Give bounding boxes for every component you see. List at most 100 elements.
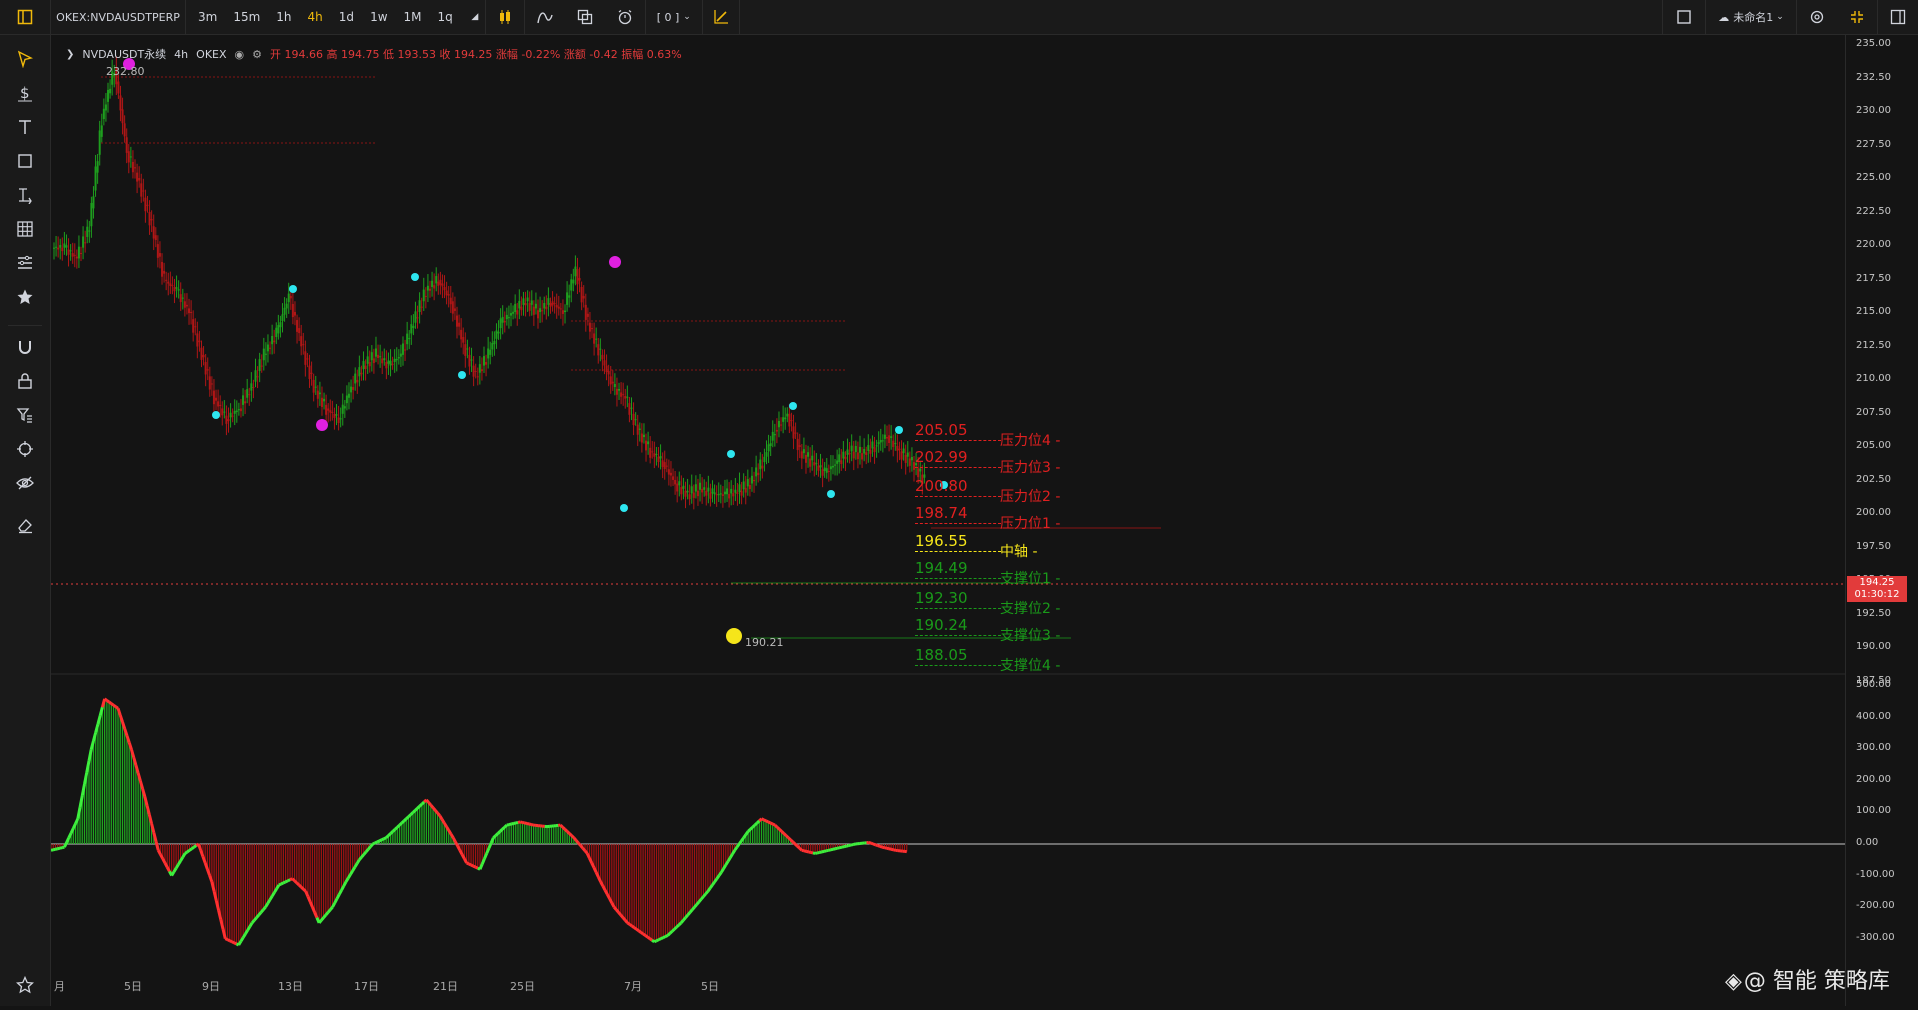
- candle-body: [456, 316, 458, 327]
- level-name: 支撑位3 -: [1000, 625, 1060, 645]
- watchlist-star-icon[interactable]: [13, 973, 37, 997]
- candle-body: [294, 312, 296, 316]
- lock-icon[interactable]: [13, 369, 37, 393]
- timeframe-1M[interactable]: 1M: [396, 10, 430, 24]
- eraser-icon[interactable]: [13, 513, 37, 537]
- indicator-tick: 200.00: [1856, 774, 1891, 785]
- hide-eye-icon[interactable]: [13, 471, 37, 495]
- collapse-icon[interactable]: [1837, 0, 1877, 34]
- rectangle-tool-icon[interactable]: [13, 149, 37, 173]
- grid-tool-icon[interactable]: [13, 217, 37, 241]
- timeframe-15m[interactable]: 15m: [225, 10, 268, 24]
- cursor-arrow-icon[interactable]: [13, 47, 37, 71]
- indicator-count-dropdown[interactable]: [ 0 ]⌄: [646, 0, 702, 34]
- candle-body: [811, 456, 813, 461]
- candle-body: [390, 361, 392, 366]
- settings-gear-icon[interactable]: [1797, 0, 1837, 34]
- macd-signal-segment: [791, 840, 793, 842]
- macd-signal-segment: [123, 722, 125, 729]
- candle-body: [849, 453, 851, 454]
- macd-signal-segment: [353, 867, 355, 871]
- crosshair-icon[interactable]: [13, 437, 37, 461]
- macd-signal-segment: [829, 850, 831, 851]
- lines-tool-icon[interactable]: [13, 251, 37, 275]
- timeframe-1d[interactable]: 1d: [331, 10, 362, 24]
- candle-body: [423, 290, 425, 302]
- candle-body: [734, 490, 736, 493]
- candle-body: [417, 317, 419, 318]
- candle-body: [535, 304, 537, 309]
- compare-icon[interactable]: [565, 0, 605, 34]
- price-tick: 217.50: [1856, 273, 1891, 284]
- candle-type-icon[interactable]: [486, 0, 524, 34]
- text-tool-icon[interactable]: [13, 115, 37, 139]
- macd-signal-segment: [299, 885, 301, 887]
- timeframe-1w[interactable]: 1w: [362, 10, 395, 24]
- indicator-fx-icon[interactable]: [525, 0, 565, 34]
- macd-signal-segment: [301, 887, 303, 889]
- timeframe-1h[interactable]: 1h: [268, 10, 299, 24]
- macd-signal-segment: [274, 889, 276, 893]
- sidebar-toggle-icon[interactable]: [0, 0, 50, 34]
- candle-body: [76, 257, 78, 259]
- candle-body: [242, 395, 244, 405]
- macd-signal-segment: [116, 707, 118, 709]
- macd-signal-segment: [529, 824, 531, 825]
- candle-body: [198, 341, 200, 343]
- macd-signal-segment: [619, 912, 621, 915]
- macd-signal-segment: [453, 838, 455, 842]
- settings-icon[interactable]: ⚙: [252, 48, 262, 61]
- macd-signal-segment: [413, 810, 415, 812]
- price-dollar-icon[interactable]: $: [13, 81, 37, 105]
- macd-signal-segment: [846, 846, 848, 847]
- macd-signal-segment: [838, 848, 840, 849]
- macd-signal-segment: [462, 855, 464, 859]
- price-axis[interactable]: 235.00232.50230.00227.50225.00222.50220.…: [1845, 35, 1918, 1006]
- candle-body: [205, 362, 207, 374]
- eye-icon[interactable]: ◉: [235, 48, 245, 61]
- candle-body: [99, 130, 101, 154]
- magnet-icon[interactable]: [13, 335, 37, 359]
- candle-body: [610, 376, 612, 384]
- candle-body: [757, 473, 759, 475]
- candle-body: [684, 491, 686, 497]
- low-price-label: 190.21: [745, 636, 784, 649]
- drawing-trend-icon[interactable]: [703, 0, 739, 34]
- indicator-count-label: [ 0 ]: [657, 11, 680, 24]
- macd-signal-segment: [482, 859, 484, 864]
- favorite-star-icon[interactable]: [13, 285, 37, 309]
- symbol-selector[interactable]: OKEX:NVDAUSDTPERP: [51, 0, 185, 34]
- timeframe-3m[interactable]: 3m: [190, 10, 225, 24]
- candle-body: [130, 156, 132, 157]
- price-tick: 197.50: [1856, 541, 1891, 552]
- filter-list-icon[interactable]: [13, 403, 37, 427]
- candle-body: [697, 491, 699, 496]
- level-price: 198.74: [915, 504, 968, 522]
- macd-signal-segment: [701, 897, 703, 900]
- candle-body: [560, 308, 562, 309]
- macd-signal-segment: [379, 840, 381, 841]
- candle-body: [157, 244, 159, 258]
- macd-signal-segment: [657, 940, 659, 941]
- macd-signal-segment: [297, 883, 299, 885]
- candle-body: [851, 446, 853, 452]
- candle-body: [574, 267, 576, 277]
- candle-body: [144, 198, 146, 212]
- macd-signal-segment: [261, 910, 263, 913]
- timeframe-more-icon[interactable]: ◢: [465, 0, 485, 34]
- candle-body: [421, 307, 423, 308]
- panel-toggle-icon[interactable]: [1878, 0, 1918, 34]
- candle-body: [581, 287, 583, 302]
- measure-tool-icon[interactable]: [13, 183, 37, 207]
- layout-save-dropdown[interactable]: ☁ 未命名1 ⌄: [1706, 0, 1796, 34]
- macd-signal-segment: [531, 825, 533, 826]
- alarm-icon[interactable]: [605, 0, 645, 34]
- candle-body: [55, 247, 57, 248]
- legend-collapse-icon[interactable]: ❯: [66, 49, 74, 60]
- macd-signal-segment: [324, 915, 326, 918]
- price-tick: 220.00: [1856, 239, 1891, 250]
- timeframe-1q[interactable]: 1q: [430, 10, 461, 24]
- timeframe-4h[interactable]: 4h: [300, 10, 331, 24]
- fullscreen-square-icon[interactable]: [1663, 0, 1705, 34]
- macd-signal-segment: [800, 848, 802, 850]
